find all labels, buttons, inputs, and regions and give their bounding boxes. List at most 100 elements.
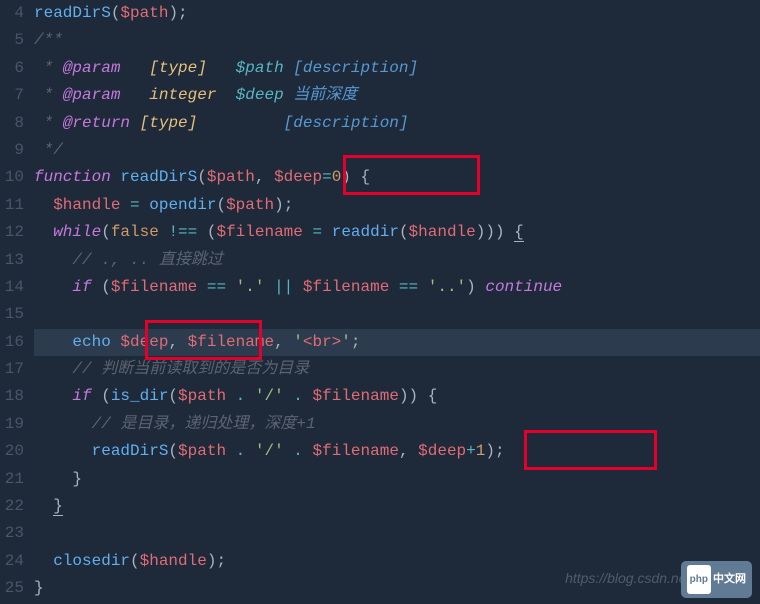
code-line: if (is_dir($path . '/' . $filename)) { xyxy=(34,383,760,410)
code-token: $path xyxy=(207,168,255,186)
code-token: , xyxy=(399,442,418,460)
code-token xyxy=(389,278,399,296)
line-number: 25 xyxy=(0,575,24,602)
code-token: // 判断当前读取到的是否为目录 xyxy=(72,360,309,378)
code-token xyxy=(303,223,313,241)
code-token: ) { xyxy=(341,168,370,186)
code-token xyxy=(207,59,236,77)
line-number: 11 xyxy=(0,192,24,219)
code-token xyxy=(111,333,121,351)
code-token: '/' xyxy=(255,442,284,460)
site-logo: php 中文网 xyxy=(681,561,752,598)
code-token: , xyxy=(274,333,293,351)
code-token: * xyxy=(34,86,63,104)
code-token: , xyxy=(168,333,187,351)
line-number: 23 xyxy=(0,520,24,547)
line-number: 20 xyxy=(0,438,24,465)
code-token: continue xyxy=(485,278,562,296)
code-token: '/' xyxy=(255,387,284,405)
code-line: echo $deep, $filename, '<br>'; xyxy=(34,329,760,356)
code-token xyxy=(34,333,72,351)
code-token: $path xyxy=(236,59,284,77)
code-token: readDirS xyxy=(120,168,197,186)
line-number: 22 xyxy=(0,493,24,520)
code-token: ); xyxy=(168,4,187,22)
code-token: . xyxy=(293,387,303,405)
code-token: )) { xyxy=(399,387,437,405)
code-token: */ xyxy=(34,141,63,159)
code-token: = xyxy=(313,223,323,241)
code-token: readDirS xyxy=(34,4,111,22)
code-line: * @param integer $deep 当前深度 xyxy=(34,82,760,109)
code-line: */ xyxy=(34,137,760,164)
code-token: $path xyxy=(178,387,226,405)
code-token xyxy=(197,278,207,296)
line-number: 5 xyxy=(0,27,24,54)
code-token: ' xyxy=(341,333,351,351)
code-token xyxy=(34,251,72,269)
code-token: [type] xyxy=(140,114,198,132)
code-token: $deep xyxy=(274,168,322,186)
logo-prefix: php xyxy=(687,565,711,594)
code-token: $filename xyxy=(188,333,274,351)
code-token: || xyxy=(274,278,293,296)
code-token xyxy=(245,442,255,460)
code-token: ( xyxy=(197,223,216,241)
code-editor: 45678910111213141516171819202122232425 r… xyxy=(0,0,760,604)
code-token: ( xyxy=(111,4,121,22)
code-token xyxy=(418,278,428,296)
code-token: = xyxy=(130,196,140,214)
code-token xyxy=(34,196,53,214)
code-token: $filename xyxy=(313,442,399,460)
code-token xyxy=(226,442,236,460)
code-token: '..' xyxy=(428,278,466,296)
code-token xyxy=(322,223,332,241)
code-token: if xyxy=(72,387,91,405)
code-token xyxy=(130,114,140,132)
code-token xyxy=(111,168,121,186)
code-token: ); xyxy=(485,442,504,460)
code-line: readDirS($path); xyxy=(34,0,760,27)
code-token: $path xyxy=(120,4,168,22)
code-token xyxy=(284,86,294,104)
code-line: function readDirS($path, $deep=0) { xyxy=(34,164,760,191)
line-number: 13 xyxy=(0,247,24,274)
code-token xyxy=(34,497,53,515)
code-token: ( xyxy=(92,278,111,296)
line-number: 18 xyxy=(0,383,24,410)
code-token xyxy=(264,278,274,296)
code-token xyxy=(34,387,72,405)
code-token: ( xyxy=(168,442,178,460)
code-token: , xyxy=(255,168,274,186)
code-token: ( xyxy=(130,552,140,570)
code-line xyxy=(34,520,760,547)
code-token: ( xyxy=(399,223,409,241)
code-line: readDirS($path . '/' . $filename, $deep+… xyxy=(34,438,760,465)
code-token: = xyxy=(322,168,332,186)
code-token: is_dir xyxy=(111,387,169,405)
code-line: // 判断当前读取到的是否为目录 xyxy=(34,356,760,383)
code-token: $handle xyxy=(53,196,120,214)
code-line: // 是目录，递归处理，深度+1 xyxy=(34,411,760,438)
code-line: } xyxy=(34,466,760,493)
code-token xyxy=(140,196,150,214)
code-token: == xyxy=(207,278,226,296)
code-token: $deep xyxy=(418,442,466,460)
code-line: /** xyxy=(34,27,760,54)
line-number: 10 xyxy=(0,164,24,191)
code-token: == xyxy=(399,278,418,296)
code-token xyxy=(226,387,236,405)
code-token xyxy=(120,86,149,104)
code-token: readdir xyxy=(332,223,399,241)
code-token xyxy=(284,59,294,77)
code-token: + xyxy=(466,442,476,460)
code-token xyxy=(216,86,235,104)
code-line: } xyxy=(34,493,760,520)
code-line: $handle = opendir($path); xyxy=(34,192,760,219)
code-token: * xyxy=(34,59,63,77)
code-token: . xyxy=(293,442,303,460)
code-token: ))) xyxy=(476,223,514,241)
code-token: ); xyxy=(274,196,293,214)
code-line: * @return [type] [description] xyxy=(34,110,760,137)
code-token: 0 xyxy=(332,168,342,186)
